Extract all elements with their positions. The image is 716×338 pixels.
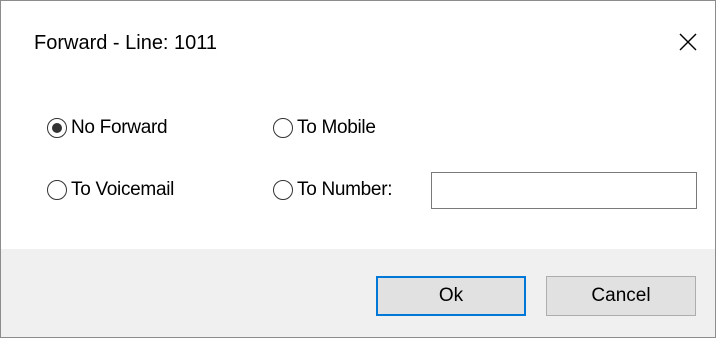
radio-to-voicemail-label: To Voicemail xyxy=(71,179,175,200)
forward-number-input[interactable] xyxy=(431,172,697,209)
radio-to-mobile-label: To Mobile xyxy=(297,117,376,138)
close-button[interactable] xyxy=(665,19,711,65)
title-bar: Forward - Line: 1011 xyxy=(1,1,715,89)
radio-to-voicemail[interactable]: To Voicemail xyxy=(47,176,174,204)
cancel-button[interactable]: Cancel xyxy=(546,276,696,316)
radio-to-mobile[interactable]: To Mobile xyxy=(273,114,376,142)
radio-circle xyxy=(273,118,293,138)
radio-no-forward-label: No Forward xyxy=(71,117,168,138)
radio-no-forward[interactable]: No Forward xyxy=(47,114,168,142)
dialog-body: No Forward To Mobile To Voicemail To Num… xyxy=(1,89,715,249)
radio-circle xyxy=(273,180,293,200)
radio-circle xyxy=(47,180,67,200)
forward-dialog: Forward - Line: 1011 No Forward To Mobil… xyxy=(0,0,716,338)
radio-to-number-label: To Number: xyxy=(297,179,393,200)
radio-to-number[interactable]: To Number: xyxy=(273,176,393,204)
dialog-footer: Ok Cancel xyxy=(1,249,715,337)
radio-selected-dot xyxy=(52,123,62,133)
ok-button[interactable]: Ok xyxy=(376,276,526,316)
close-icon xyxy=(679,33,697,51)
radio-circle xyxy=(47,118,67,138)
dialog-title: Forward - Line: 1011 xyxy=(34,32,218,54)
